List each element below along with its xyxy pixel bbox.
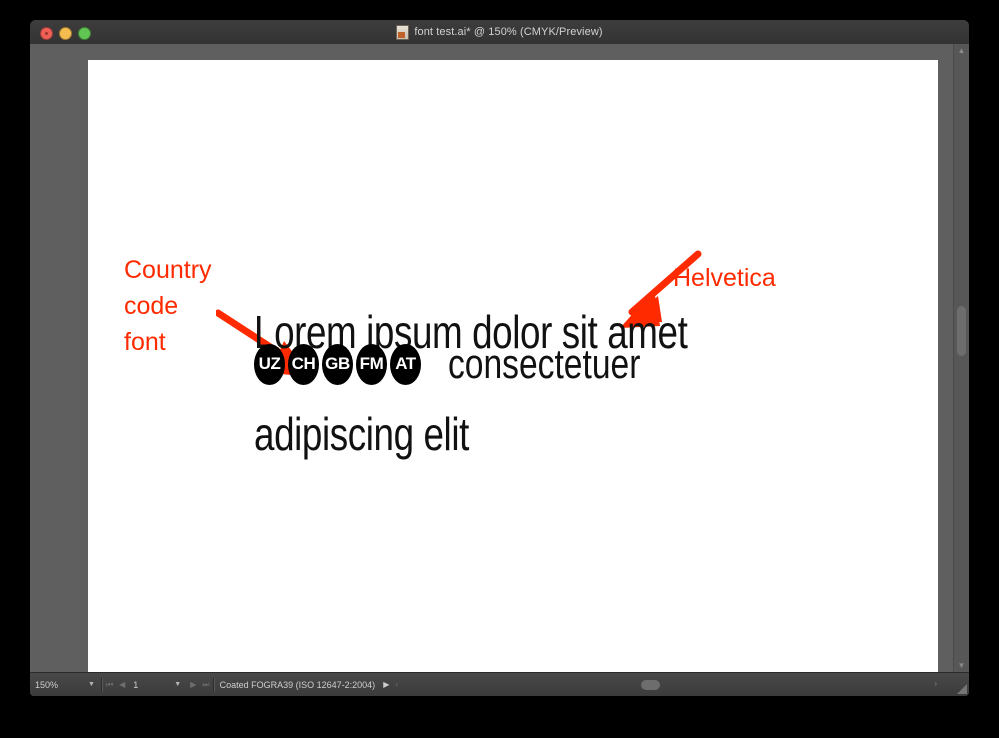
artwork-line-3[interactable]: adipiscing elit: [254, 408, 469, 460]
minimize-window-button[interactable]: [59, 27, 72, 40]
next-page-button[interactable]: ▶: [187, 673, 199, 696]
country-code-badge[interactable]: FM: [356, 343, 387, 385]
illustrator-document-icon: [396, 24, 410, 40]
status-extra-button[interactable]: ‹: [392, 673, 401, 696]
artwork-word-consectetuer[interactable]: consectetuer: [448, 340, 640, 388]
artwork-line-2[interactable]: UZ CH GB FM AT consectetuer: [254, 333, 688, 395]
first-page-button[interactable]: ⏮: [103, 673, 116, 696]
artboard-page[interactable]: Country code font Helvetica Lorem ipsum …: [88, 60, 938, 673]
title-wrap: font test.ai* @ 150% (CMYK/Preview): [30, 20, 969, 44]
illustrator-window: font test.ai* @ 150% (CMYK/Preview) Coun…: [30, 20, 969, 696]
zoom-level-field[interactable]: 150%: [30, 673, 82, 696]
screen: font test.ai* @ 150% (CMYK/Preview) Coun…: [0, 0, 999, 738]
horizontal-scrollbar[interactable]: ›: [401, 673, 953, 696]
country-code-badge[interactable]: AT: [390, 343, 421, 385]
country-code-badge[interactable]: UZ: [254, 343, 285, 385]
country-code-badge[interactable]: CH: [288, 343, 319, 385]
country-code-badge[interactable]: GB: [322, 343, 353, 385]
status-menu-button[interactable]: ▶: [380, 673, 392, 696]
vertical-scrollbar[interactable]: ▲ ▼: [953, 44, 969, 673]
annotation-country-code-font: Country code font: [124, 256, 212, 356]
horizontal-scrollbar-thumb[interactable]: [641, 680, 661, 690]
close-icon: [45, 32, 48, 35]
resize-grip[interactable]: [953, 673, 969, 696]
maximize-window-button[interactable]: [78, 27, 91, 40]
color-profile-label: Coated FOGRA39 (ISO 12647-2:2004): [219, 679, 376, 690]
title-bar[interactable]: font test.ai* @ 150% (CMYK/Preview): [30, 20, 969, 45]
page-number-field[interactable]: 1: [128, 673, 168, 696]
close-window-button[interactable]: [40, 27, 53, 40]
last-page-button[interactable]: ⏭: [199, 673, 212, 696]
scroll-right-icon[interactable]: ›: [934, 679, 937, 688]
scroll-up-icon[interactable]: ▲: [954, 44, 969, 58]
zoom-chevron-down-icon[interactable]: ▼: [82, 681, 101, 688]
window-title: font test.ai* @ 150% (CMYK/Preview): [414, 26, 603, 38]
status-bar: 150% ▼ ⏮ ◀ 1 ▼ ▶ ⏭ Coated FOGRA39 (ISO 1…: [30, 672, 969, 696]
scroll-down-icon[interactable]: ▼: [954, 659, 969, 673]
canvas-area[interactable]: Country code font Helvetica Lorem ipsum …: [30, 44, 969, 673]
previous-page-button[interactable]: ◀: [116, 673, 128, 696]
vertical-scrollbar-thumb[interactable]: [957, 306, 966, 356]
page-chevron-down-icon[interactable]: ▼: [168, 681, 187, 688]
